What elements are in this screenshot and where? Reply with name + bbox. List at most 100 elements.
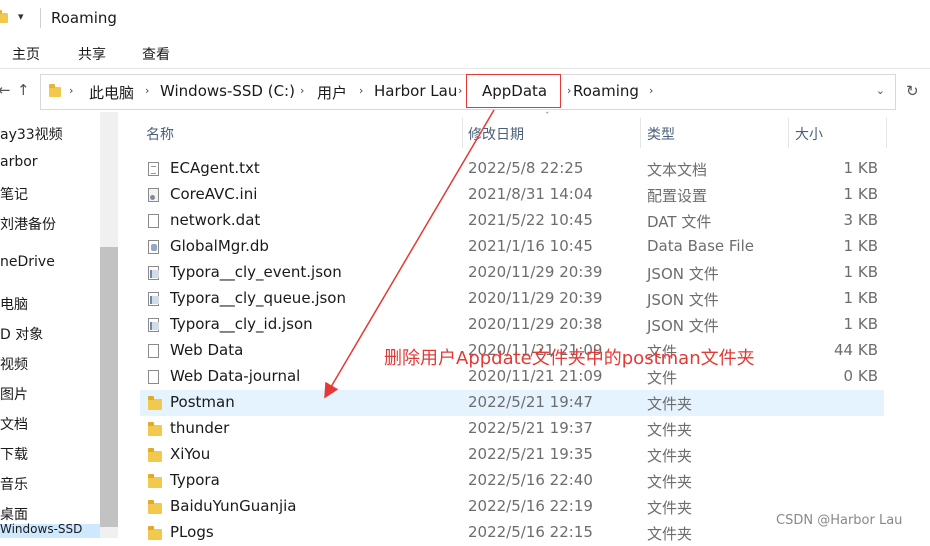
quick-access-dropdown-icon[interactable]: ▾ [18, 10, 24, 23]
column-divider[interactable] [886, 118, 887, 148]
watermark: CSDN @Harbor Lau [776, 513, 903, 528]
file-name: Typora__cly_queue.json [170, 289, 346, 307]
column-header-size[interactable]: 大小 [795, 124, 823, 144]
window-title: Roaming [51, 9, 117, 27]
table-row[interactable]: CoreAVC.ini 2021/8/31 14:04 配置设置 1 KB [140, 182, 884, 208]
column-divider[interactable] [462, 118, 463, 148]
sidebar-item-desktop[interactable]: 桌面 [0, 504, 28, 524]
sidebar-item-this-pc[interactable]: 电脑 [0, 294, 28, 314]
breadcrumb-this-pc[interactable]: 此电脑 [89, 82, 134, 103]
table-row[interactable]: Postman 2022/5/21 19:47 文件夹 [140, 390, 884, 416]
file-type: 文件夹 [647, 447, 693, 465]
sidebar-item-music[interactable]: 音乐 [0, 474, 28, 494]
file-name: network.dat [170, 211, 261, 229]
chevron-right-icon[interactable]: › [567, 84, 571, 97]
chevron-right-icon[interactable]: › [145, 84, 149, 97]
file-date: 2022/5/16 22:19 [468, 497, 593, 515]
chevron-right-icon[interactable]: › [649, 84, 653, 97]
breadcrumb-appdata[interactable]: AppData [482, 82, 547, 100]
file-name: PLogs [170, 523, 214, 541]
sidebar-scrollbar-thumb[interactable] [100, 247, 118, 527]
blank-file-icon [148, 214, 159, 228]
table-row[interactable]: ECAgent.txt 2022/5/8 22:25 文本文档 1 KB [140, 156, 884, 182]
file-date: 2020/11/29 20:38 [468, 315, 603, 333]
table-row[interactable]: thunder 2022/5/21 19:37 文件夹 [140, 416, 884, 442]
sidebar-item-pictures[interactable]: 图片 [0, 384, 28, 404]
sidebar-item-videos[interactable]: 视频 [0, 354, 28, 374]
tab-home[interactable]: 主页 [12, 44, 40, 64]
file-date: 2021/5/22 10:45 [468, 211, 593, 229]
address-bar[interactable]: › 此电脑 › Windows-SSD (C:) › 用户 › Harbor L… [40, 74, 896, 110]
file-size: 1 KB [843, 263, 878, 281]
column-divider[interactable] [788, 118, 789, 148]
json-file-icon [148, 266, 159, 280]
column-header-type[interactable]: 类型 [647, 124, 675, 144]
file-name: Web Data-journal [170, 367, 301, 385]
file-size: 1 KB [843, 237, 878, 255]
file-type: 文件夹 [647, 499, 693, 517]
divider [40, 8, 41, 28]
folder-icon [0, 10, 8, 23]
sidebar-item[interactable]: ay33视频 [0, 124, 63, 144]
file-date: 2021/8/31 14:04 [468, 185, 593, 203]
file-type: Data Base File [647, 237, 754, 255]
sidebar-item-documents[interactable]: 文档 [0, 414, 28, 434]
folder-icon [148, 422, 162, 436]
sidebar-item-onedrive[interactable]: neDrive [0, 254, 55, 270]
sidebar-item[interactable]: 笔记 [0, 184, 28, 204]
table-row[interactable]: Typora__cly_queue.json 2020/11/29 20:39 JS… [140, 286, 884, 312]
file-name: Typora__cly_event.json [170, 263, 342, 281]
file-size: 1 KB [843, 159, 878, 177]
sidebar-item[interactable]: 刘港备份 [0, 214, 56, 234]
table-row[interactable]: PLogs 2022/5/16 22:15 文件夹 [140, 520, 884, 546]
file-type: 文件夹 [647, 525, 693, 543]
back-arrow-icon[interactable]: ← [0, 81, 11, 99]
sidebar-item-downloads[interactable]: 下载 [0, 444, 28, 464]
file-name: BaiduYunGuanjia [170, 497, 297, 515]
breadcrumb-roaming[interactable]: Roaming [573, 82, 639, 100]
up-arrow-icon[interactable]: ↑ [17, 81, 30, 99]
sidebar-item-label: Windows-SSD [0, 522, 83, 536]
file-date: 2022/5/21 19:35 [468, 445, 593, 463]
breadcrumb-user[interactable]: Harbor Lau [374, 82, 457, 100]
file-type: 文件夹 [647, 395, 693, 413]
table-row[interactable]: Typora__cly_event.json 2020/11/29 20:39 JS… [140, 260, 884, 286]
tab-share[interactable]: 共享 [78, 44, 106, 64]
table-row[interactable]: network.dat 2021/5/22 10:45 DAT 文件 3 KB [140, 208, 884, 234]
refresh-icon[interactable]: ↻ [906, 82, 919, 100]
sidebar-item-3d-objects[interactable]: D 对象 [0, 324, 43, 344]
sort-indicator-icon: ˇ [545, 112, 550, 122]
chevron-right-icon[interactable]: › [359, 84, 363, 97]
text-file-icon [148, 162, 159, 176]
breadcrumb-drive[interactable]: Windows-SSD (C:) [160, 82, 295, 100]
tab-view[interactable]: 查看 [142, 44, 170, 64]
address-dropdown-icon[interactable]: ⌄ [876, 84, 885, 97]
sidebar-item[interactable]: arbor [0, 154, 38, 170]
table-row[interactable]: BaiduYunGuanjia 2022/5/16 22:19 文件夹 [140, 494, 884, 520]
breadcrumb-users[interactable]: 用户 [317, 82, 347, 103]
column-divider[interactable] [640, 118, 641, 148]
file-name: XiYou [170, 445, 211, 463]
folder-icon [148, 474, 162, 488]
address-row: ← ↑ › 此电脑 › Windows-SSD (C:) › 用户 › Harb… [0, 72, 930, 110]
file-name: CoreAVC.ini [170, 185, 258, 203]
blank-file-icon [148, 370, 159, 384]
file-date: 2021/1/16 10:45 [468, 237, 593, 255]
column-header-name[interactable]: 名称 [146, 124, 174, 144]
navigation-pane: ay33视频 arbor 笔记 刘港备份 neDrive 电脑 D 对象 视频 … [0, 112, 118, 538]
sidebar-item-drive-selected[interactable]: Windows-SSD [0, 522, 100, 538]
table-row[interactable]: Typora__cly_id.json 2020/11/29 20:38 JSON … [140, 312, 884, 338]
folder-icon [148, 526, 162, 540]
table-row[interactable]: Typora 2022/5/16 22:40 文件夹 [140, 468, 884, 494]
chevron-right-icon[interactable]: › [69, 84, 73, 97]
file-name: ECAgent.txt [170, 159, 260, 177]
file-date: 2022/5/16 22:40 [468, 471, 593, 489]
chevron-right-icon[interactable]: › [458, 84, 462, 97]
folder-icon [148, 448, 162, 462]
table-row[interactable]: GlobalMgr.db 2021/1/16 10:45 Data Base Fil… [140, 234, 884, 260]
chevron-right-icon[interactable]: › [300, 84, 304, 97]
table-row[interactable]: XiYou 2022/5/21 19:35 文件夹 [140, 442, 884, 468]
column-header-date[interactable]: 修改日期 [468, 124, 524, 144]
file-name: Typora__cly_id.json [170, 315, 313, 333]
file-size: 0 KB [843, 367, 878, 385]
